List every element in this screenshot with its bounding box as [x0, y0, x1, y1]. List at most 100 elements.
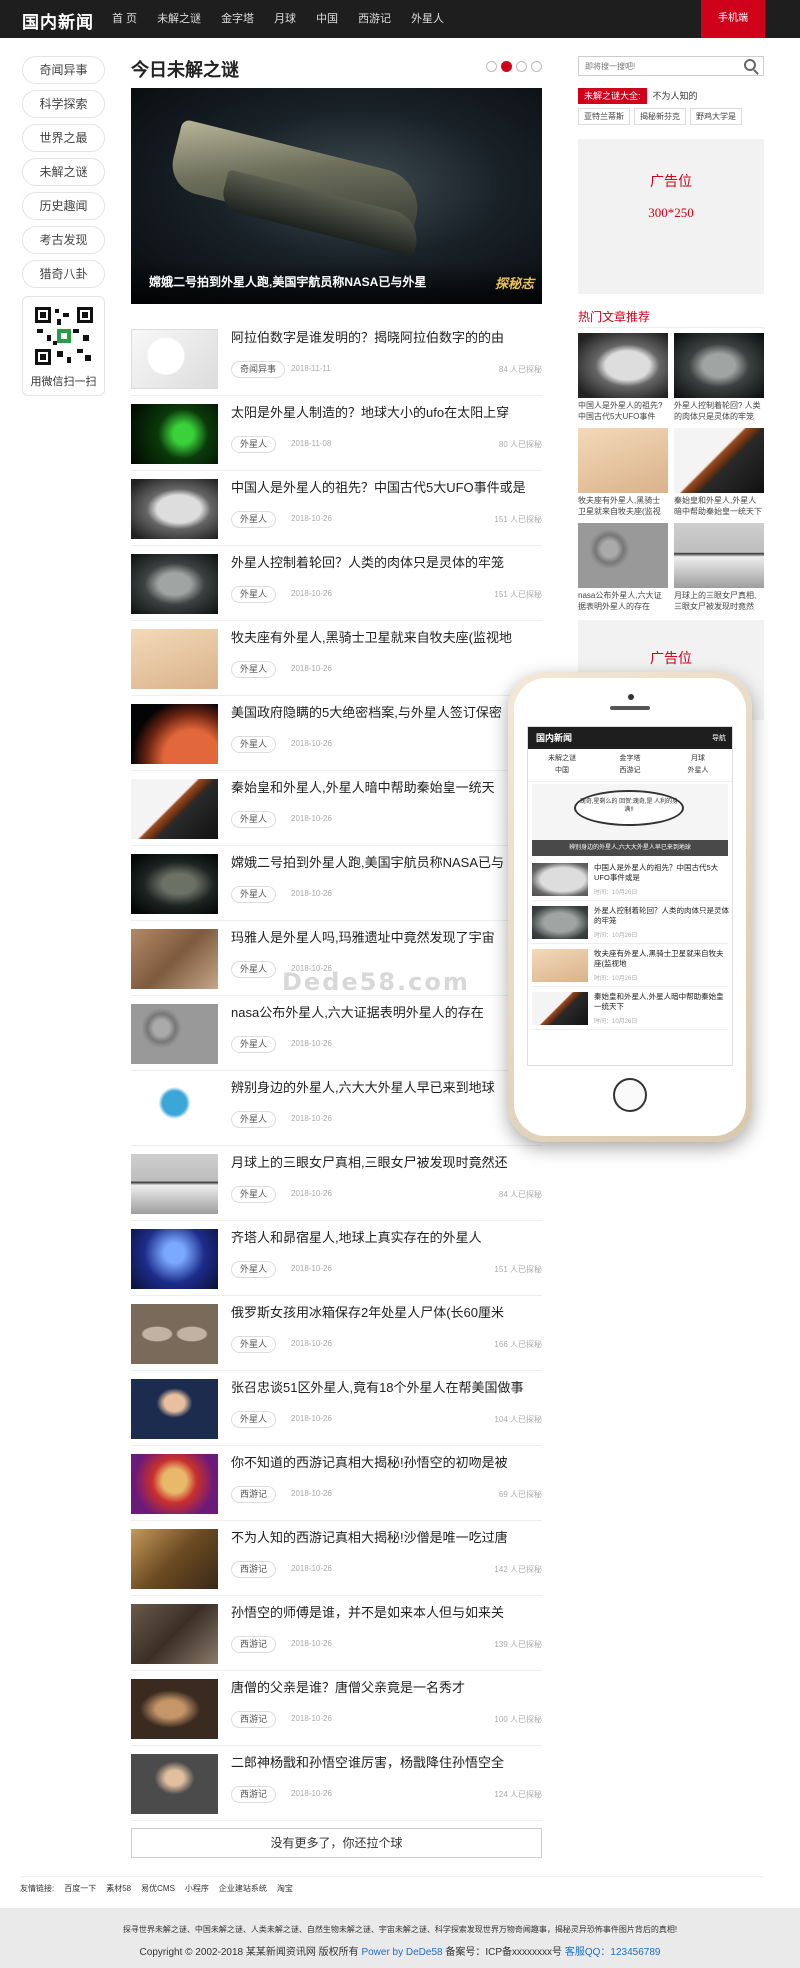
article-thumbnail[interactable] [131, 854, 218, 914]
category-oddities[interactable]: 奇闻异事 [22, 56, 105, 84]
article-title[interactable]: 唐僧的父亲是谁？唐僧父亲竟是一名秀才 [231, 1677, 536, 1696]
article-tag[interactable]: 外星人 [231, 1261, 277, 1278]
mystery-link[interactable]: 野鸡大学是 [690, 108, 742, 125]
phone-menu-item[interactable]: 未解之谜 [528, 753, 596, 765]
article-title[interactable]: 秦始皇和外星人,外星人暗中帮助秦始皇一统天 [231, 777, 536, 796]
article-title[interactable]: 嫦娥二号拍到外星人跑,美国宇航员称NASA已与 [231, 852, 536, 871]
article-tag[interactable]: 外星人 [231, 436, 277, 453]
category-gossip[interactable]: 猎奇八卦 [22, 260, 105, 288]
powered-by-link[interactable]: Power by DeDe58 [361, 1947, 442, 1958]
hot-article-caption[interactable]: 月球上的三眼女尸真相,三眼女尸被发现时竟然 [674, 590, 764, 614]
article-tag[interactable]: 外星人 [231, 1336, 277, 1353]
carousel-dot-4[interactable] [531, 61, 542, 72]
friend-link[interactable]: 淘宝 [277, 1883, 293, 1894]
article-item[interactable]: 阿拉伯数字是谁发明的？揭晓阿拉伯数字的的由 奇闻异事 2018-11-11 84 人已… [131, 321, 542, 396]
friend-link[interactable]: 小程序 [185, 1883, 209, 1894]
hot-article-caption[interactable]: 牧夫座有外星人,黑骑士卫星就来自牧夫座(监视 [578, 495, 668, 519]
article-thumbnail[interactable] [131, 1604, 218, 1664]
nav-mysteries[interactable]: 未解之谜 [157, 0, 201, 38]
hot-article[interactable]: 牧夫座有外星人,黑骑士卫星就来自牧夫座(监视 [578, 428, 668, 519]
article-thumbnail[interactable] [131, 1229, 218, 1289]
article-thumbnail[interactable] [131, 1379, 218, 1439]
article-title[interactable]: 齐塔人和昴宿星人,地球上真实存在的外星人 [231, 1227, 536, 1246]
article-thumbnail[interactable] [131, 554, 218, 614]
article-tag[interactable]: 西游记 [231, 1636, 277, 1653]
phone-article-item[interactable]: 牧夫座有外星人,黑骑士卫星就来自牧夫座(监视地 时间：10月26日 [532, 944, 728, 987]
friend-link[interactable]: 百度一下 [64, 1883, 96, 1894]
article-title[interactable]: nasa公布外星人,六大证据表明外星人的存在 [231, 1002, 536, 1021]
article-item[interactable]: 辨别身边的外星人,六大大外星人早已来到地球外星人2018-10-2612 [131, 1071, 542, 1146]
article-tag[interactable]: 西游记 [231, 1561, 277, 1578]
hot-article-thumbnail[interactable] [674, 523, 764, 588]
article-thumbnail[interactable] [131, 779, 218, 839]
phone-article-item[interactable]: 中国人是外星人的祖先？中国古代5大UFO事件或是 时间：10月26日 [532, 858, 728, 901]
tab-unknown[interactable]: 不为人知的 [647, 88, 704, 104]
phone-menu-item[interactable]: 中国 [528, 765, 596, 777]
category-mysteries[interactable]: 未解之谜 [22, 158, 105, 186]
carousel-dot-1[interactable] [486, 61, 497, 72]
hot-article-thumbnail[interactable] [578, 428, 668, 493]
nav-china[interactable]: 中国 [316, 0, 338, 38]
article-item[interactable]: 孙悟空的师傅是谁，并不是如来本人但与如来关 西游记 2018-10-26 139 人已… [131, 1596, 542, 1671]
article-title[interactable]: 阿拉伯数字是谁发明的？揭晓阿拉伯数字的的由 [231, 327, 536, 346]
category-archaeology[interactable]: 考古发现 [22, 226, 105, 254]
search-input[interactable] [578, 56, 764, 76]
category-world-best[interactable]: 世界之最 [22, 124, 105, 152]
friend-link[interactable]: 企业建站系统 [219, 1883, 267, 1894]
phone-menu-item[interactable]: 外星人 [664, 765, 732, 777]
article-tag[interactable]: 外星人 [231, 1036, 277, 1053]
article-item[interactable]: 月球上的三眼女尸真相,三眼女尸被发现时竟然还 外星人 2018-10-26 84 人已… [131, 1146, 542, 1221]
article-title[interactable]: 二郎神杨戬和孙悟空谁厉害，杨戬降住孙悟空全 [231, 1752, 536, 1771]
article-title[interactable]: 月球上的三眼女尸真相,三眼女尸被发现时竟然还 [231, 1152, 536, 1171]
article-tag[interactable]: 外星人 [231, 586, 277, 603]
article-title[interactable]: 牧夫座有外星人,黑骑士卫星就来自牧夫座(监视地 [231, 627, 536, 646]
mystery-link[interactable]: 亚特兰蒂斯 [578, 108, 630, 125]
hot-article-thumbnail[interactable] [578, 333, 668, 398]
hero-caption[interactable]: 嫦娥二号拍到外星人跑,美国宇航员称NASA已与外星 [149, 273, 426, 290]
article-item[interactable]: 唐僧的父亲是谁？唐僧父亲竟是一名秀才 西游记 2018-10-26 100 人已探秘 [131, 1671, 542, 1746]
article-title[interactable]: 太阳是外星人制造的？地球大小的ufo在太阳上穿 [231, 402, 536, 421]
phone-article-title[interactable]: 外星人控制着轮回？人类的肉体只是灵体的牢笼 [594, 906, 730, 926]
category-science[interactable]: 科学探索 [22, 90, 105, 118]
phone-article-item[interactable]: 秦始皇和外星人,外星人暗中帮助秦始皇一统天下 时间：10月26日 [532, 987, 728, 1030]
article-item[interactable]: 张召忠谈51区外星人,竟有18个外星人在帮美国做事 外星人 2018-10-26 10… [131, 1371, 542, 1446]
article-item[interactable]: 嫦娥二号拍到外星人跑,美国宇航员称NASA已与 外星人 2018-10-26 [131, 846, 542, 921]
article-title[interactable]: 辨别身边的外星人,六大大外星人早已来到地球 [231, 1077, 536, 1096]
article-title[interactable]: 不为人知的西游记真相大揭秘!沙僧是唯一吃过唐 [231, 1527, 536, 1546]
phone-nav-button[interactable]: 导航 [712, 733, 726, 743]
hot-article-caption[interactable]: 秦始皇和外星人,外星人暗中帮助秦始皇一统天下 [674, 495, 764, 519]
article-item[interactable]: 秦始皇和外星人,外星人暗中帮助秦始皇一统天 外星人 2018-10-26 [131, 771, 542, 846]
article-tag[interactable]: 外星人 [231, 1411, 277, 1428]
article-tag[interactable]: 外星人 [231, 661, 277, 678]
nav-pyramid[interactable]: 金字塔 [221, 0, 254, 38]
carousel-dot-3[interactable] [516, 61, 527, 72]
nav-moon[interactable]: 月球 [274, 0, 296, 38]
phone-hero[interactable]: 瑰奇,星剩么的 回贺:瑰奇,是 人利的身满!! 辨别身边的外星人,六大大外星人早… [532, 784, 728, 856]
article-tag[interactable]: 奇闻异事 [231, 361, 286, 378]
article-thumbnail[interactable] [131, 1304, 218, 1364]
phone-article-title[interactable]: 秦始皇和外星人,外星人暗中帮助秦始皇一统天下 [594, 992, 730, 1012]
article-thumbnail[interactable] [131, 1454, 218, 1514]
article-title[interactable]: 你不知道的西游记真相大揭秘!孙悟空的初吻是被 [231, 1452, 536, 1471]
article-title[interactable]: 美国政府隐瞒的5大绝密档案,与外星人签订保密 [231, 702, 536, 721]
hot-article-caption[interactable]: 外星人控制着轮回? 人类的肉体只是灵体的牢笼 [674, 400, 764, 424]
article-item[interactable]: 齐塔人和昴宿星人,地球上真实存在的外星人 外星人 2018-10-26 151 人已探… [131, 1221, 542, 1296]
hot-article[interactable]: nasa公布外星人,六大证据表明外星人的存在 [578, 523, 668, 614]
article-item[interactable]: 不为人知的西游记真相大揭秘!沙僧是唯一吃过唐 西游记 2018-10-26 142 人… [131, 1521, 542, 1596]
article-thumbnail[interactable] [131, 1754, 218, 1814]
article-item[interactable]: 牧夫座有外星人,黑骑士卫星就来自牧夫座(监视地 外星人 2018-10-26 [131, 621, 542, 696]
article-title[interactable]: 俄罗斯女孩用冰箱保存2年处星人尸体(长60厘米 [231, 1302, 536, 1321]
article-thumbnail[interactable] [131, 1679, 218, 1739]
article-title[interactable]: 张召忠谈51区外星人,竟有18个外星人在帮美国做事 [231, 1377, 536, 1396]
support-qq[interactable]: 客服QQ：123456789 [565, 1947, 661, 1958]
article-tag[interactable]: 西游记 [231, 1711, 277, 1728]
tab-mystery-all[interactable]: 未解之谜大全: [578, 88, 647, 104]
hot-article-caption[interactable]: nasa公布外星人,六大证据表明外星人的存在 [578, 590, 668, 614]
article-thumbnail[interactable] [131, 929, 218, 989]
article-item[interactable]: 俄罗斯女孩用冰箱保存2年处星人尸体(长60厘米 外星人 2018-10-26 166 … [131, 1296, 542, 1371]
ad-slot[interactable]: 广告位 300*250 [578, 139, 764, 294]
hero-slide[interactable]: 嫦娥二号拍到外星人跑,美国宇航员称NASA已与外星 探秘志 [131, 88, 542, 304]
article-item[interactable]: 你不知道的西游记真相大揭秘!孙悟空的初吻是被 西游记 2018-10-26 69 人已… [131, 1446, 542, 1521]
hot-article-thumbnail[interactable] [674, 333, 764, 398]
article-tag[interactable]: 外星人 [231, 961, 277, 978]
